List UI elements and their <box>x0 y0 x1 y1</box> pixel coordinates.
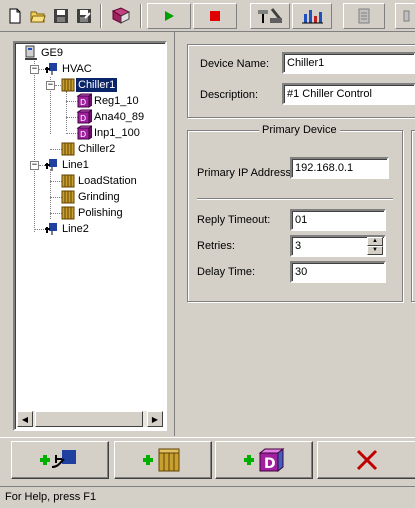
new-file-icon[interactable] <box>4 5 26 27</box>
device-icon <box>61 206 75 220</box>
run-icon <box>165 11 174 21</box>
tree-node-root[interactable]: GE9 <box>23 45 65 61</box>
add-channel-button[interactable] <box>11 441 109 479</box>
tree-node-inp[interactable]: D Inp1_100 <box>76 125 142 141</box>
tree-label-chiller1: Chiller1 <box>74 77 119 93</box>
collapse-icon[interactable]: − <box>46 81 55 90</box>
device-icon <box>61 78 75 92</box>
svg-text:D: D <box>80 130 86 139</box>
device-icon <box>61 142 75 156</box>
scroll-track[interactable] <box>33 411 147 427</box>
chart-button[interactable] <box>292 3 332 29</box>
tree-node-loadstation[interactable]: LoadStation <box>60 173 139 189</box>
tree-node-ana[interactable]: D Ana40_89 <box>76 109 146 125</box>
add-device-button[interactable] <box>114 441 212 479</box>
primary-device-title: Primary Device <box>259 124 340 136</box>
tree-label-grinding: Grinding <box>78 191 120 203</box>
tree-label-hvac: HVAC <box>62 63 92 75</box>
data-block-icon: D <box>76 125 92 140</box>
delay-time-input[interactable]: 30 <box>290 261 386 283</box>
svg-text:D: D <box>264 456 276 472</box>
retries-stepper[interactable]: ▲ ▼ <box>367 237 383 255</box>
data-block-icon: D <box>76 109 92 124</box>
report-button[interactable] <box>343 3 385 29</box>
device-tree[interactable]: GE9 − HVAC − Chiller1 D Reg1_10 D Ana40_… <box>13 41 167 431</box>
status-text: For Help, press F1 <box>5 491 97 503</box>
book-icon[interactable] <box>108 5 134 27</box>
scroll-right-icon[interactable]: ▶ <box>147 411 163 427</box>
open-folder-icon[interactable] <box>27 5 49 27</box>
divider <box>197 198 393 200</box>
overflow-button[interactable] <box>395 3 415 29</box>
collapse-icon[interactable]: − <box>30 65 39 74</box>
tree-label-ana: Ana40_89 <box>94 111 145 123</box>
tree-label-polishing: Polishing <box>78 207 123 219</box>
server-icon <box>25 45 37 60</box>
scroll-left-icon[interactable]: ◀ <box>17 411 33 427</box>
toolbar <box>0 0 415 32</box>
device-name-label: Device Name: <box>200 58 270 70</box>
stop-button[interactable] <box>193 3 237 29</box>
reply-timeout-label: Reply Timeout: <box>197 214 271 226</box>
device-name-input[interactable]: Chiller1 <box>282 52 415 74</box>
add-device-icon <box>143 448 180 472</box>
save-as-icon[interactable] <box>73 5 95 27</box>
data-block-icon: D <box>76 93 92 108</box>
stop-icon <box>210 11 220 21</box>
retries-label: Retries: <box>197 240 235 252</box>
device-icon <box>61 190 75 204</box>
tools-button[interactable] <box>250 3 290 29</box>
spin-down-icon[interactable]: ▼ <box>367 246 383 255</box>
channel-icon <box>45 159 57 171</box>
channel-icon <box>45 63 57 75</box>
tree-node-line1[interactable]: Line1 <box>44 157 91 173</box>
device-icon <box>61 174 75 188</box>
spin-up-icon[interactable]: ▲ <box>367 237 383 246</box>
properties-panel: Device Name: Chiller1 Description: #1 Ch… <box>174 31 415 436</box>
run-button[interactable] <box>147 3 191 29</box>
tree-label-reg: Reg1_10 <box>94 95 139 107</box>
description-input[interactable]: #1 Chiller Control <box>282 83 415 105</box>
tree-label-loadstation: LoadStation <box>78 175 137 187</box>
report-icon <box>358 8 370 24</box>
secondary-group-edge <box>411 130 415 302</box>
app-window: GE9 − HVAC − Chiller1 D Reg1_10 D Ana40_… <box>0 0 415 508</box>
tree-label-inp: Inp1_100 <box>94 127 140 139</box>
scroll-thumb[interactable] <box>35 411 143 427</box>
add-data-block-button[interactable]: D <box>215 441 313 479</box>
tree-node-chiller1[interactable]: Chiller1 <box>60 77 119 93</box>
primary-ip-input[interactable]: 192.168.0.1 <box>290 157 389 179</box>
horizontal-scrollbar[interactable]: ◀ ▶ <box>17 411 163 427</box>
tree-node-grinding[interactable]: Grinding <box>60 189 122 205</box>
tree-label-root: GE9 <box>41 47 64 59</box>
svg-text:D: D <box>80 114 86 123</box>
svg-text:D: D <box>80 98 86 107</box>
tree-node-polishing[interactable]: Polishing <box>60 205 125 221</box>
save-icon[interactable] <box>50 5 72 27</box>
status-bar: For Help, press F1 <box>0 486 415 508</box>
channel-icon <box>45 223 57 235</box>
action-bar: D <box>0 437 415 483</box>
tree-label-line1: Line1 <box>62 159 89 171</box>
reply-timeout-input[interactable]: 01 <box>290 209 386 231</box>
delete-button[interactable] <box>317 441 415 479</box>
tools-icon <box>258 8 282 23</box>
overflow-icon <box>403 10 410 22</box>
add-channel-icon <box>40 450 76 468</box>
delay-time-label: Delay Time: <box>197 266 256 278</box>
tree-node-reg[interactable]: D Reg1_10 <box>76 93 141 109</box>
delete-icon <box>356 449 378 471</box>
primary-ip-label: Primary IP Address <box>197 167 291 179</box>
description-label: Description: <box>200 89 259 101</box>
tree-label-line2: Line2 <box>62 223 89 235</box>
chart-icon <box>302 10 323 24</box>
tree-label-chiller2: Chiller2 <box>78 143 116 155</box>
add-data-block-icon: D <box>244 447 285 473</box>
tree-node-line2[interactable]: Line2 <box>44 221 91 237</box>
collapse-icon[interactable]: − <box>30 161 39 170</box>
tree-node-chiller2[interactable]: Chiller2 <box>60 141 117 157</box>
tree-node-hvac[interactable]: HVAC <box>44 61 94 77</box>
